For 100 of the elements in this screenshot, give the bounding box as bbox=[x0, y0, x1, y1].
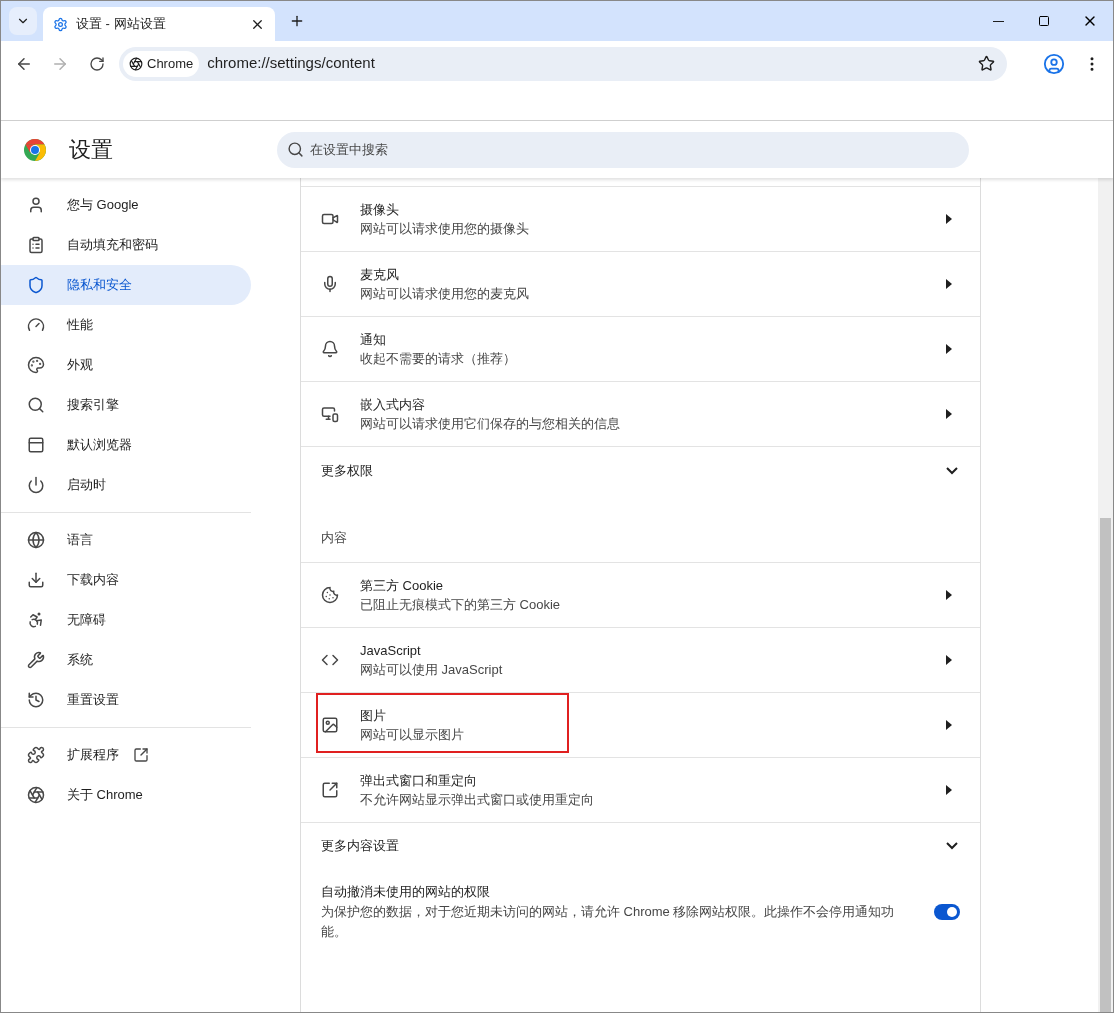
setting-row[interactable]: 弹出式窗口和重定向 不允许网站显示弹出式窗口或使用重定向 bbox=[301, 756, 980, 822]
new-tab-icon[interactable] bbox=[289, 13, 305, 29]
open-setting-button[interactable] bbox=[944, 589, 954, 600]
triangle-right-icon bbox=[946, 409, 952, 419]
person-icon bbox=[27, 196, 45, 214]
settings-search-field[interactable]: 在设置中搜索 bbox=[277, 131, 969, 168]
power-icon bbox=[27, 476, 45, 494]
triangle-right-icon bbox=[946, 279, 952, 289]
toggle-switch[interactable] bbox=[934, 903, 960, 920]
page-title: 设置 bbox=[69, 136, 114, 164]
download-icon bbox=[27, 571, 45, 589]
open-setting-button[interactable] bbox=[944, 654, 954, 665]
setting-row[interactable]: 麦克风 网站可以请求使用您的麦克风 bbox=[301, 251, 980, 316]
triangle-right-icon bbox=[946, 784, 952, 795]
wrench-icon bbox=[27, 651, 45, 669]
chip-label: Chrome bbox=[147, 54, 194, 73]
palette-icon bbox=[27, 356, 45, 374]
settings-icon bbox=[53, 16, 68, 32]
clipboard-icon bbox=[27, 236, 45, 254]
setting-subtitle: 网站可以显示图片 bbox=[360, 725, 465, 744]
setting-row[interactable]: 第三方 Cookie 已阻止无痕模式下的第三方 Cookie bbox=[301, 561, 980, 627]
puzzle-icon bbox=[27, 746, 45, 764]
sidebar-item[interactable]: 隐私和安全 bbox=[1, 265, 251, 305]
external-link-icon bbox=[133, 747, 149, 763]
sidebar-item[interactable]: 系统 bbox=[1, 640, 251, 680]
bookmark-star-icon[interactable] bbox=[978, 55, 995, 72]
tab-title: 设置 - 网站设置 bbox=[76, 15, 167, 34]
sidebar-item[interactable]: 语言 bbox=[1, 520, 251, 560]
setting-title: 嵌入式内容 bbox=[360, 396, 426, 414]
triangle-right-icon bbox=[946, 344, 952, 354]
setting-row[interactable]: 嵌入式内容 网站可以请求使用它们保存的与您相关的信息 bbox=[301, 381, 980, 446]
sidebar-item[interactable]: 性能 bbox=[1, 305, 251, 345]
sidebar-item[interactable]: 关于 Chrome bbox=[1, 775, 251, 815]
triangle-right-icon bbox=[946, 719, 952, 730]
sidebar-item[interactable]: 自动填充和密码 bbox=[1, 225, 251, 265]
bell-icon bbox=[321, 340, 339, 358]
expander-label: 更多内容设置 bbox=[321, 837, 400, 856]
setting-row[interactable]: 图片 网站可以显示图片 bbox=[301, 691, 980, 757]
sidebar-item[interactable]: 下载内容 bbox=[1, 560, 251, 600]
open-setting-button[interactable] bbox=[944, 719, 954, 730]
sidebar-item[interactable]: 无障碍 bbox=[1, 600, 251, 640]
reload-icon[interactable] bbox=[89, 55, 105, 72]
setting-subtitle: 不允许网站显示弹出式窗口或使用重定向 bbox=[360, 790, 595, 809]
gauge-icon bbox=[27, 316, 45, 334]
open-setting-button[interactable] bbox=[944, 279, 954, 289]
cookie-icon bbox=[321, 585, 339, 604]
expand-button[interactable] bbox=[946, 842, 958, 850]
site-chip[interactable]: Chrome bbox=[123, 50, 200, 77]
open-setting-button[interactable] bbox=[944, 784, 954, 795]
browser-tab[interactable]: 设置 - 网站设置 bbox=[43, 7, 275, 41]
sidebar-item[interactable]: 启动时 bbox=[1, 465, 251, 505]
popup-icon bbox=[321, 780, 339, 799]
setting-row[interactable]: 摄像头 网站可以请求使用您的摄像头 bbox=[301, 186, 980, 251]
sidebar-item[interactable]: 搜索引擎 bbox=[1, 385, 251, 425]
open-setting-button[interactable] bbox=[944, 409, 954, 419]
maximize-icon bbox=[1038, 15, 1050, 27]
scrollbar[interactable] bbox=[1098, 178, 1113, 1012]
setting-row[interactable]: JavaScript 网站可以使用 JavaScript bbox=[301, 626, 980, 692]
minimize-icon bbox=[992, 20, 1004, 22]
setting-title: 麦克风 bbox=[360, 266, 400, 284]
setting-title: 通知 bbox=[360, 331, 387, 349]
accessibility-icon bbox=[27, 611, 45, 629]
microphone-icon bbox=[321, 275, 339, 293]
triangle-right-icon bbox=[946, 214, 952, 224]
search-input[interactable]: 在设置中搜索 bbox=[310, 139, 959, 160]
search-icon bbox=[27, 396, 45, 414]
setting-description: 为保护您的数据，对于您近期未访问的网站，请允许 Chrome 移除网站权限。此操作不会停用通知功能。 bbox=[321, 902, 896, 941]
sidebar-item[interactable]: 重置设置 bbox=[1, 680, 251, 720]
setting-title: JavaScript bbox=[360, 641, 422, 660]
setting-title: 第三方 Cookie bbox=[360, 576, 445, 595]
setting-subtitle: 已阻止无痕模式下的第三方 Cookie bbox=[360, 595, 562, 614]
sidebar-item[interactable]: 扩展程序 bbox=[1, 735, 251, 775]
setting-subtitle: 网站可以使用 JavaScript bbox=[360, 660, 504, 679]
globe-icon bbox=[27, 531, 45, 549]
embedded-content-icon bbox=[321, 405, 339, 423]
expander-label: 更多权限 bbox=[321, 461, 374, 480]
triangle-right-icon bbox=[946, 589, 952, 600]
setting-subtitle: 网站可以请求使用您的麦克风 bbox=[360, 285, 530, 303]
shield-icon bbox=[27, 276, 45, 294]
profile-icon[interactable] bbox=[1043, 52, 1065, 75]
open-setting-button[interactable] bbox=[944, 214, 954, 224]
sidebar-item[interactable]: 您与 Google bbox=[1, 185, 251, 225]
search-icon bbox=[287, 141, 304, 158]
url-text: chrome://settings/content bbox=[207, 53, 376, 74]
chevron-down-icon bbox=[946, 842, 958, 850]
setting-title: 图片 bbox=[360, 706, 387, 725]
sidebar-item[interactable]: 默认浏览器 bbox=[1, 425, 251, 465]
history-icon bbox=[27, 691, 45, 709]
setting-title: 弹出式窗口和重定向 bbox=[360, 771, 478, 790]
setting-subtitle: 网站可以请求使用您的摄像头 bbox=[360, 220, 530, 238]
sidebar-item[interactable]: 外观 bbox=[1, 345, 251, 385]
section-heading: 内容 bbox=[320, 529, 348, 547]
setting-title: 自动撤消未使用的网站的权限 bbox=[321, 882, 491, 901]
setting-subtitle: 收起不需要的请求（推荐） bbox=[360, 350, 517, 368]
expand-button[interactable] bbox=[946, 466, 958, 475]
setting-subtitle: 网站可以请求使用它们保存的与您相关的信息 bbox=[360, 415, 621, 433]
image-icon bbox=[321, 715, 339, 734]
setting-row[interactable]: 通知 收起不需要的请求（推荐） bbox=[301, 316, 980, 381]
address-bar[interactable]: Chrome chrome://settings/content bbox=[119, 46, 1007, 81]
open-setting-button[interactable] bbox=[944, 344, 954, 354]
